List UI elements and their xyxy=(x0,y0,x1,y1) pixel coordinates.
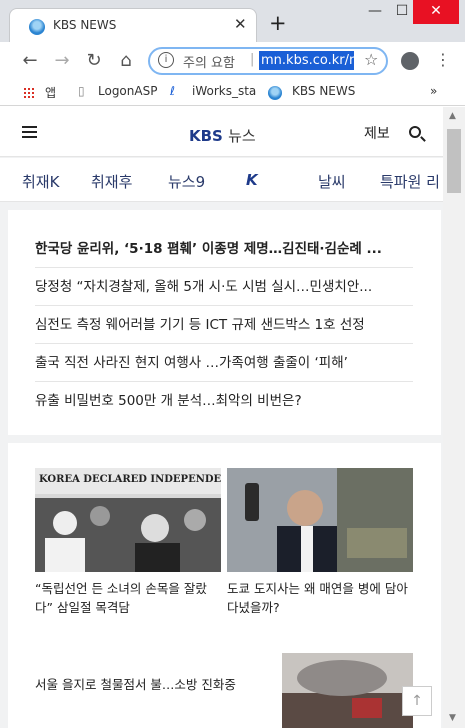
bookmark-apps[interactable]: 앱 xyxy=(45,84,56,101)
account-icon[interactable] xyxy=(401,52,419,70)
card-caption[interactable]: “독립선언 든 소녀의 손목을 잘랐다” 삼일절 목격담 xyxy=(35,579,221,617)
omnibox-separator: | xyxy=(250,52,255,67)
bookmark-logonasp[interactable]: LogonASP xyxy=(98,84,157,98)
page-content: KBS 뉴스 제보 취재K 취재후 뉴스9 K 날씨 특파원 리 한국당 윤리위… xyxy=(0,107,443,728)
security-warning: 주의 요함 xyxy=(183,56,235,71)
close-window-button[interactable]: ✕ xyxy=(413,0,459,24)
menu-icon[interactable]: ⋮ xyxy=(435,50,451,69)
home-icon[interactable]: ⌂ xyxy=(112,47,140,75)
nav-item-chwijae-k[interactable]: 취재K xyxy=(22,171,59,192)
svg-text:KOREA DECLARED INDEPENDE: KOREA DECLARED INDEPENDE xyxy=(39,474,221,485)
headline-item[interactable]: 출국 직전 사라진 현지 여행사 …가족여행 출줄이 ‘피해’ xyxy=(35,344,413,382)
nav-item-correspondent[interactable]: 특파원 리 xyxy=(380,171,440,192)
tab-close-icon[interactable]: ✕ xyxy=(234,15,247,33)
kbs-news-logo[interactable]: KBS 뉴스 xyxy=(189,125,256,146)
headline-item[interactable]: 심전도 측정 웨어러블 기기 등 ICT 규제 샌드박스 1호 선정 xyxy=(35,306,413,344)
info-icon[interactable]: i xyxy=(158,52,174,68)
hamburger-menu-icon[interactable] xyxy=(22,126,37,138)
report-link[interactable]: 제보 xyxy=(364,123,390,143)
nav-item-kbs-logo[interactable]: K xyxy=(246,171,258,189)
bookmarks-bar: 앱 ▯ LogonASP ℓ iWorks_sta KBS NEWS » xyxy=(0,80,465,106)
page-scrollbar[interactable]: ▲ ▼ xyxy=(443,107,465,728)
bookmark-kbs-news[interactable]: KBS NEWS xyxy=(292,84,355,98)
headline-item[interactable]: 당정청 “자치경찰제, 올해 5개 시·도 시범 실시…민생치안... xyxy=(35,268,413,306)
search-icon[interactable] xyxy=(409,126,421,138)
card-caption[interactable]: 도쿄 도지사는 왜 매연을 병에 담아 다녔을까? xyxy=(227,579,413,617)
fire-photo[interactable] xyxy=(282,653,413,728)
tokyo-governor-photo[interactable] xyxy=(227,468,413,572)
browser-toolbar: ← → ↻ ⌂ i 주의 요함 | mn.kbs.co.kr/n ☆ ⋮ xyxy=(0,42,465,80)
page-icon: ▯ xyxy=(78,84,85,98)
tab-strip: KBS NEWS ✕ + — ☐ ✕ xyxy=(0,0,465,42)
forward-icon[interactable]: → xyxy=(48,47,76,75)
kbs-favicon-icon xyxy=(29,19,45,35)
scrollbar-thumb[interactable] xyxy=(447,129,461,193)
kbs-bookmark-icon xyxy=(268,86,282,100)
new-tab-button[interactable]: + xyxy=(269,11,287,35)
nav-item-chwijae-hu[interactable]: 취재후 xyxy=(91,171,132,192)
browser-tab[interactable]: KBS NEWS ✕ xyxy=(9,8,257,42)
address-bar[interactable]: i 주의 요함 | mn.kbs.co.kr/n ☆ xyxy=(148,47,388,75)
site-header: KBS 뉴스 제보 xyxy=(0,107,443,157)
news-row[interactable]: 서울 을지로 철물점서 불…소방 진화중 xyxy=(35,674,236,693)
scroll-to-top-button[interactable]: ↑ xyxy=(402,686,432,716)
bookmark-iworks[interactable]: iWorks_sta xyxy=(192,84,256,98)
bookmark-star-icon[interactable]: ☆ xyxy=(364,50,378,69)
headline-list: 한국당 윤리위, ‘5·18 폄훼’ 이종명 제명…김진태·김순례 ... 당정… xyxy=(8,210,441,435)
tab-title: KBS NEWS xyxy=(53,18,117,32)
reload-icon[interactable]: ↻ xyxy=(80,47,108,75)
url-text[interactable]: mn.kbs.co.kr/n xyxy=(259,51,354,70)
scroll-down-icon[interactable]: ▼ xyxy=(449,713,456,723)
nav-item-news9[interactable]: 뉴스9 xyxy=(168,171,205,192)
bookmarks-more[interactable]: » xyxy=(430,84,437,98)
category-nav: 취재K 취재후 뉴스9 K 날씨 특파원 리 xyxy=(0,158,443,202)
independence-photo[interactable]: KOREA DECLARED INDEPENDE xyxy=(35,468,221,572)
iworks-icon: ℓ xyxy=(170,84,175,98)
headline-item[interactable]: 유출 비밀번호 500만 개 분석…최악의 비번은? xyxy=(35,382,413,420)
nav-item-weather[interactable]: 날씨 xyxy=(318,171,346,192)
apps-grid-icon[interactable] xyxy=(23,87,35,99)
headline-item[interactable]: 한국당 윤리위, ‘5·18 폄훼’ 이종명 제명…김진태·김순례 ... xyxy=(35,230,413,268)
scroll-up-icon[interactable]: ▲ xyxy=(449,111,456,121)
back-icon[interactable]: ← xyxy=(16,47,44,75)
photo-news-section: KOREA DECLARED INDEPENDE “독립선언 든 소녀의 손목을… xyxy=(8,443,441,728)
